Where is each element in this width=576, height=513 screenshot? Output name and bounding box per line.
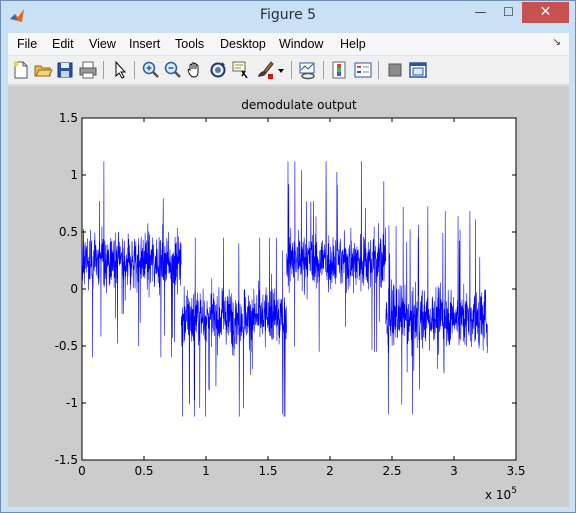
dock-arrow-icon[interactable]: ↘ <box>553 37 561 48</box>
insert-colorbar-icon[interactable] <box>330 60 350 80</box>
toolbar-separator <box>323 61 324 79</box>
toolbar-separator <box>134 61 135 79</box>
data-cursor-icon[interactable] <box>231 60 251 80</box>
plot-svg: 0 0.5 1 1.5 2 2.5 3 3.5 -1.5 -1 -0.5 0 0.5 1 1.5 demod… <box>55 98 526 502</box>
y-tick-label: 1 <box>70 168 78 182</box>
x-tick-label: 2 <box>326 464 334 478</box>
link-plot-icon[interactable] <box>298 60 318 80</box>
menu-tools[interactable]: Tools <box>175 37 204 51</box>
title-bar[interactable]: Figure 5 — ☐ ✕ <box>1 1 575 32</box>
pan-hand-icon[interactable] <box>185 60 205 80</box>
new-figure-icon[interactable] <box>11 60 31 80</box>
minimize-button[interactable]: — <box>467 2 494 23</box>
maximize-button[interactable]: ☐ <box>495 2 522 23</box>
close-button[interactable]: ✕ <box>522 2 569 23</box>
x-tick-label: 2.5 <box>382 464 401 478</box>
x-exponent-power: 5 <box>511 486 517 496</box>
menu-insert[interactable]: Insert <box>129 37 160 51</box>
menu-view[interactable]: View <box>89 37 116 51</box>
y-tick-label: 1.5 <box>59 111 78 125</box>
zoom-in-icon[interactable] <box>141 60 161 80</box>
figure-toolbar <box>8 56 569 85</box>
edit-plot-arrow-icon[interactable] <box>110 60 130 80</box>
y-tick-label: -0.5 <box>55 339 78 353</box>
x-tick-label: 3.5 <box>506 464 525 478</box>
menu-desktop[interactable]: Desktop <box>220 37 266 51</box>
brush-icon[interactable] <box>255 60 275 80</box>
x-tick-label: 1.5 <box>258 464 277 478</box>
menu-bar: File Edit View Insert Tools Desktop Wind… <box>8 33 569 56</box>
y-tick-label: -1.5 <box>55 453 78 467</box>
rotate-3d-icon[interactable] <box>208 60 228 80</box>
x-tick-label: 1 <box>202 464 210 478</box>
brush-dropdown-icon[interactable] <box>276 60 286 80</box>
show-plot-tools-icon[interactable] <box>408 60 428 80</box>
x-exponent-base: x 10 <box>485 488 511 502</box>
figure-window: Figure 5 — ☐ ✕ File Edit View Insert Too… <box>0 0 576 513</box>
menu-edit[interactable]: Edit <box>52 37 74 51</box>
x-tick-label: 0 <box>78 464 86 478</box>
zoom-out-icon[interactable] <box>163 60 183 80</box>
toolbar-separator <box>378 61 379 79</box>
chart-title: demodulate output <box>241 98 357 112</box>
hide-plot-tools-icon[interactable] <box>385 60 405 80</box>
y-tick-label: 0 <box>70 282 78 296</box>
menu-window[interactable]: Window <box>279 37 323 51</box>
menu-help[interactable]: Help <box>340 37 366 51</box>
x-tick-label: 0.5 <box>134 464 153 478</box>
x-tick-label: 3 <box>450 464 458 478</box>
x-exponent-label: x 105 <box>485 486 517 502</box>
toolbar-separator <box>291 61 292 79</box>
print-icon[interactable] <box>78 60 98 80</box>
open-file-icon[interactable] <box>33 60 53 80</box>
figure-canvas: 0 0.5 1 1.5 2 2.5 3 3.5 -1.5 -1 -0.5 0 0.5 1 1.5 demod… <box>8 86 569 507</box>
toolbar-separator <box>103 61 104 79</box>
save-icon[interactable] <box>55 60 75 80</box>
y-tick-label: 0.5 <box>59 225 78 239</box>
insert-legend-icon[interactable] <box>353 60 373 80</box>
menu-file[interactable]: File <box>17 37 37 51</box>
y-tick-label: -1 <box>66 396 78 410</box>
